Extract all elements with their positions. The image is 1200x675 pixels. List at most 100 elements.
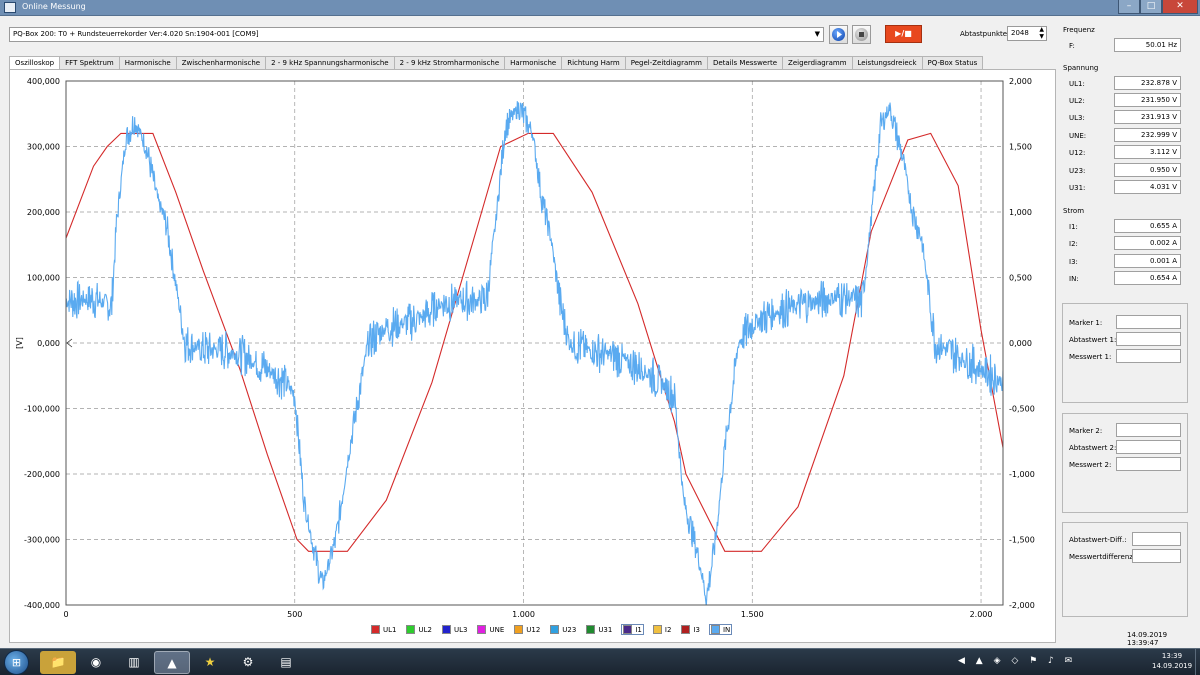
window-title-bar[interactable]: Online Messung – □ ✕	[0, 0, 1200, 16]
messwert1-field[interactable]	[1116, 349, 1181, 363]
marker1-label: Marker 1:	[1069, 319, 1103, 327]
window-title: Online Messung	[22, 2, 86, 11]
x-tick-label: 1.500	[741, 610, 764, 619]
y-right-tick-label: 0,500	[1009, 274, 1032, 283]
tab-spannungsharmonische-2-9khz[interactable]: 2 - 9 kHz Spannungsharmonische	[265, 56, 395, 70]
abtastwert2-label: Abtastwert 2:	[1069, 444, 1117, 452]
ul2-value: 231.950 V	[1114, 93, 1181, 107]
legend-label: UL1	[383, 625, 397, 634]
legend-label: UL2	[418, 625, 432, 634]
record-toggle-button[interactable]: ▶/■	[885, 25, 922, 43]
notes-icon[interactable]: ▤	[268, 651, 304, 674]
star-app-icon[interactable]: ★	[192, 651, 228, 674]
device-select-value: PQ-Box 200: T0 + Rundsteuerrekorder Ver:…	[13, 30, 259, 38]
abtastwert1-field[interactable]	[1116, 332, 1181, 346]
messwertdifferenz-field[interactable]	[1132, 549, 1181, 563]
messwert2-label: Messwert 2:	[1069, 461, 1112, 469]
y-right-tick-label: 0,000	[1009, 339, 1032, 348]
tab-oszilloskop[interactable]: Oszilloskop	[9, 56, 61, 70]
abtastpunkte-spinner[interactable]: 2048 ▲ ▼	[1007, 26, 1047, 41]
legend-item-i2[interactable]: I2	[652, 624, 673, 635]
legend-item-u23[interactable]: U23	[549, 624, 577, 635]
x-tick-label: 1.000	[512, 610, 535, 619]
minimize-button[interactable]: –	[1118, 0, 1140, 14]
play-button[interactable]	[829, 25, 848, 44]
tab-zeigerdiagramm[interactable]: Zeigerdiagramm	[782, 56, 853, 70]
y-left-tick-label: -100,000	[24, 405, 60, 414]
legend-label: U12	[526, 625, 541, 634]
x-tick-label: 2.000	[970, 610, 993, 619]
legend-item-ul3[interactable]: UL3	[441, 624, 468, 635]
tab-zwischenharmonische[interactable]: Zwischenharmonische	[175, 56, 267, 70]
y-left-tick-label: 100,000	[27, 274, 60, 283]
legend-item-in[interactable]: IN	[708, 624, 733, 635]
y-left-tick-label: -300,000	[24, 536, 60, 545]
tab-fft-spektrum[interactable]: FFT Spektrum	[59, 56, 120, 70]
legend-item-ul1[interactable]: UL1	[370, 624, 397, 635]
y-left-tick-label: -400,000	[24, 601, 60, 610]
legend-label: I3	[693, 625, 700, 634]
y-right-tick-label: -0,500	[1009, 405, 1035, 414]
clock-date: 14.09.2019	[1152, 662, 1193, 670]
start-button[interactable]: ⊞	[4, 650, 29, 675]
system-tray-icons[interactable]: ◀ ▲ ◈ ◇ ⚑ ♪ ✉	[958, 656, 1076, 666]
spinner-arrows-icon[interactable]: ▲ ▼	[1039, 26, 1044, 40]
app-icon	[4, 2, 16, 13]
pq-box-app-icon[interactable]: ▲	[154, 651, 190, 674]
tab-pegel-zeitdiagramm[interactable]: Pegel-Zeitdiagramm	[624, 56, 708, 70]
tab-stromharmonische-2-9khz[interactable]: 2 - 9 kHz Stromharmonische	[393, 56, 506, 70]
legend-label: I2	[664, 625, 672, 634]
paint-icon[interactable]: ⚙	[230, 651, 266, 674]
legend-item-u12[interactable]: U12	[513, 624, 541, 635]
y-left-tick-label: -200,000	[24, 470, 60, 479]
y-right-tick-label: 2,000	[1009, 77, 1032, 86]
maximize-button[interactable]: □	[1140, 0, 1162, 14]
device-select[interactable]: PQ-Box 200: T0 + Rundsteuerrekorder Ver:…	[9, 27, 824, 42]
legend-swatch	[586, 625, 596, 634]
y-right-tick-label: -1,000	[1009, 470, 1035, 479]
u12-value: 3.112 V	[1114, 145, 1181, 159]
abtastwert-diff-field[interactable]	[1132, 532, 1181, 546]
une-label: UNE:	[1069, 132, 1087, 140]
explorer-icon[interactable]: 📁	[40, 651, 76, 674]
ul3-label: UL3:	[1069, 114, 1085, 122]
chrome-icon[interactable]: ◉	[78, 651, 114, 674]
stop-button[interactable]	[852, 25, 871, 44]
i3-label: I3:	[1069, 258, 1078, 266]
clock-time: 13:39	[1161, 652, 1183, 660]
i3-value: 0.001 A	[1114, 254, 1181, 268]
tab-bar: Oszilloskop FFT Spektrum Harmonische Zwi…	[9, 56, 984, 70]
tab-richtung-harm[interactable]: Richtung Harm	[561, 56, 626, 70]
show-desktop-button[interactable]	[1195, 649, 1200, 675]
messwert2-field[interactable]	[1116, 457, 1181, 471]
tab-leistungsdreieck[interactable]: Leistungsdreieck	[851, 56, 923, 70]
u12-label: U12:	[1069, 149, 1086, 157]
legend-item-i1[interactable]: I1	[621, 624, 644, 635]
tab-pq-box-status[interactable]: PQ-Box Status	[921, 56, 984, 70]
legend-label: IN	[722, 625, 731, 634]
legend-swatch	[710, 625, 720, 634]
in-label: IN:	[1069, 275, 1079, 283]
in-value: 0.654 A	[1114, 271, 1181, 285]
strom-heading: Strom	[1063, 207, 1085, 215]
tab-harmonische[interactable]: Harmonische	[118, 56, 177, 70]
legend-item-i3[interactable]: I3	[680, 624, 701, 635]
ul3-value: 231.913 V	[1114, 110, 1181, 124]
abtastwert2-field[interactable]	[1116, 440, 1181, 454]
legend-label: UNE	[489, 625, 505, 634]
oscilloscope-chart[interactable]: 400,000 300,000 200,000 100,000 0,000 -100,00…	[10, 70, 1057, 644]
taskbar-clock[interactable]: 13:39 14.09.2019	[1152, 651, 1192, 671]
marker1-field[interactable]	[1116, 315, 1181, 329]
legend-item-u31[interactable]: U31	[585, 624, 613, 635]
tab-harmonische-2[interactable]: Harmonische	[504, 56, 563, 70]
tab-details-messwerte[interactable]: Details Messwerte	[706, 56, 784, 70]
messwert1-label: Messwert 1:	[1069, 353, 1112, 361]
legend-item-une[interactable]: UNE	[476, 624, 505, 635]
chart-legend: UL1 UL2 UL3 UNE U12 U23 U31 I1 I2 I3 IN	[370, 624, 740, 635]
analysis-app-icon[interactable]: ▥	[116, 651, 152, 674]
legend-label: I1	[635, 625, 642, 634]
legend-swatch	[623, 625, 633, 634]
marker2-field[interactable]	[1116, 423, 1181, 437]
close-button[interactable]: ✕	[1162, 0, 1198, 14]
legend-item-ul2[interactable]: UL2	[405, 624, 432, 635]
